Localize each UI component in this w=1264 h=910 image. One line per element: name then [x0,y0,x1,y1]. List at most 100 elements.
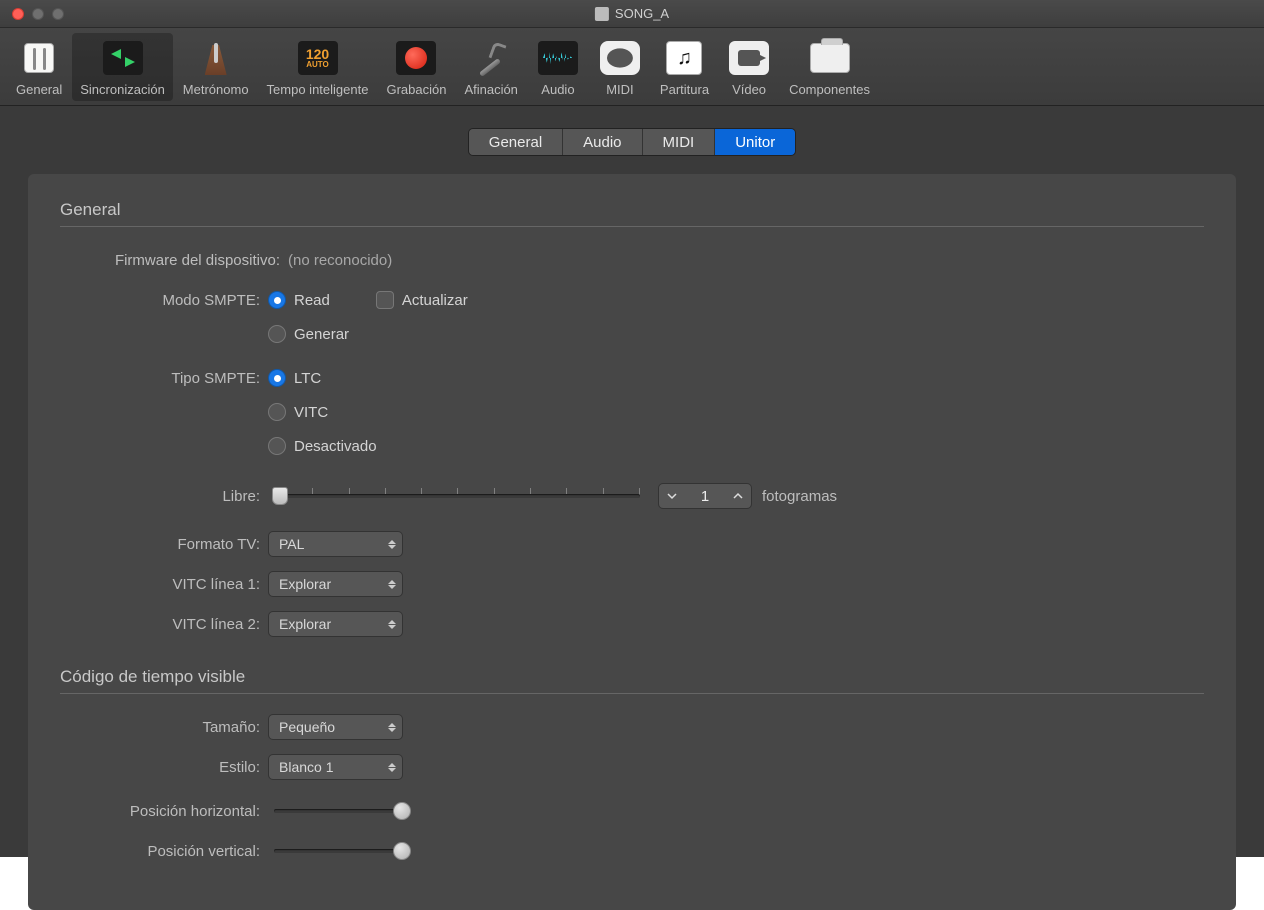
midi-icon [600,41,640,75]
toolbar-sync-label: Sincronización [80,82,165,97]
video-icon [729,41,769,75]
tab-audio[interactable]: Audio [563,129,642,155]
smpte-mode-generate-label: Generar [294,326,349,343]
firmware-value: (no reconocido) [288,252,392,269]
vitc2-dropdown[interactable]: Explorar [268,611,403,637]
stepper-increment[interactable] [725,484,751,508]
smpte-update-checkbox[interactable] [376,291,394,309]
smpte-mode-read-radio[interactable] [268,291,286,309]
smpte-type-ltc-label: LTC [294,370,321,387]
vitc1-dropdown[interactable]: Explorar [268,571,403,597]
smpte-mode-read-label: Read [294,292,330,309]
toolbar-video-label: Vídeo [732,82,766,97]
size-dropdown[interactable]: Pequeño [268,714,403,740]
score-icon [666,41,702,75]
free-label: Libre: [60,488,268,505]
window-title-text: SONG_A [615,6,669,21]
toolbar-general[interactable]: General [8,33,70,101]
size-value: Pequeño [279,719,335,735]
free-unit: fotogramas [762,488,837,505]
toolbar-score-label: Partitura [660,82,709,97]
smpte-type-vitc-radio[interactable] [268,403,286,421]
toolbar-components[interactable]: Componentes [781,33,878,101]
smpte-mode-label: Modo SMPTE: [60,292,268,309]
divider [60,226,1204,227]
section-visible-tc-title: Código de tiempo visible [60,667,1204,687]
toolbar-tuning-label: Afinación [464,82,517,97]
toolbar-components-label: Componentes [789,82,870,97]
vitc2-value: Explorar [279,616,331,632]
smpte-type-vitc-label: VITC [294,404,328,421]
window-controls [12,8,64,20]
record-icon [396,41,436,75]
components-icon [810,43,850,73]
maximize-window-button[interactable] [52,8,64,20]
toolbar-video[interactable]: Vídeo [719,33,779,101]
toolbar-score[interactable]: Partitura [652,33,717,101]
tuning-fork-icon [474,41,508,75]
size-label: Tamaño: [60,719,268,736]
style-label: Estilo: [60,759,268,776]
toolbar-tuning[interactable]: Afinación [456,33,525,101]
smpte-type-off-label: Desactivado [294,438,377,455]
hpos-label: Posición horizontal: [60,803,268,820]
chevron-down-icon [667,491,677,501]
smpte-update-label: Actualizar [402,292,468,309]
toolbar-metronome-label: Metrónomo [183,82,249,97]
smpte-type-ltc-radio[interactable] [268,369,286,387]
smpte-type-off-radio[interactable] [268,437,286,455]
chevron-up-icon [733,491,743,501]
style-value: Blanco 1 [279,759,333,775]
toolbar-audio[interactable]: Audio [528,33,588,101]
toolbar-recording-label: Grabación [386,82,446,97]
audio-wave-icon [538,41,578,75]
vitc1-label: VITC línea 1: [60,576,268,593]
vitc2-label: VITC línea 2: [60,616,268,633]
smpte-type-label: Tipo SMPTE: [60,370,268,387]
firmware-label: Firmware del dispositivo: [60,252,288,269]
toolbar-midi-label: MIDI [606,82,633,97]
free-slider[interactable] [268,485,648,507]
tab-midi[interactable]: MIDI [643,129,716,155]
toolbar-midi[interactable]: MIDI [590,33,650,101]
free-stepper[interactable]: 1 [658,483,752,509]
preferences-window: SONG_A General Sincronización Metrónomo … [0,0,1264,857]
sync-icon [103,41,143,75]
sub-tab-bar: General Audio MIDI Unitor [0,106,1264,156]
toolbar-audio-label: Audio [541,82,574,97]
updown-icon [388,580,396,589]
general-icon [24,43,54,73]
settings-panel: General Firmware del dispositivo: (no re… [28,174,1236,910]
free-value: 1 [685,488,725,505]
metronome-icon [201,41,231,75]
window-title: SONG_A [595,6,669,21]
vitc1-value: Explorar [279,576,331,592]
toolbar-smart-tempo[interactable]: 120 AUTO Tempo inteligente [259,33,377,101]
toolbar-recording[interactable]: Grabación [378,33,454,101]
updown-icon [388,723,396,732]
tab-general[interactable]: General [469,129,563,155]
toolbar-smart-tempo-label: Tempo inteligente [267,82,369,97]
tvformat-label: Formato TV: [60,536,268,553]
close-window-button[interactable] [12,8,24,20]
section-general-title: General [60,200,1204,220]
updown-icon [388,540,396,549]
minimize-window-button[interactable] [32,8,44,20]
stepper-decrement[interactable] [659,484,685,508]
hpos-slider[interactable] [268,800,413,822]
titlebar: SONG_A [0,0,1264,28]
document-icon [595,7,609,21]
updown-icon [388,763,396,772]
smpte-mode-generate-radio[interactable] [268,325,286,343]
tvformat-value: PAL [279,536,304,552]
toolbar-general-label: General [16,82,62,97]
preferences-toolbar: General Sincronización Metrónomo 120 AUT… [0,28,1264,106]
style-dropdown[interactable]: Blanco 1 [268,754,403,780]
toolbar-sync[interactable]: Sincronización [72,33,173,101]
content-area: General Audio MIDI Unitor General Firmwa… [0,106,1264,857]
toolbar-metronome[interactable]: Metrónomo [175,33,257,101]
smart-tempo-icon: 120 AUTO [298,41,338,75]
tab-unitor[interactable]: Unitor [715,129,795,155]
tvformat-dropdown[interactable]: PAL [268,531,403,557]
vpos-slider[interactable] [268,840,413,862]
